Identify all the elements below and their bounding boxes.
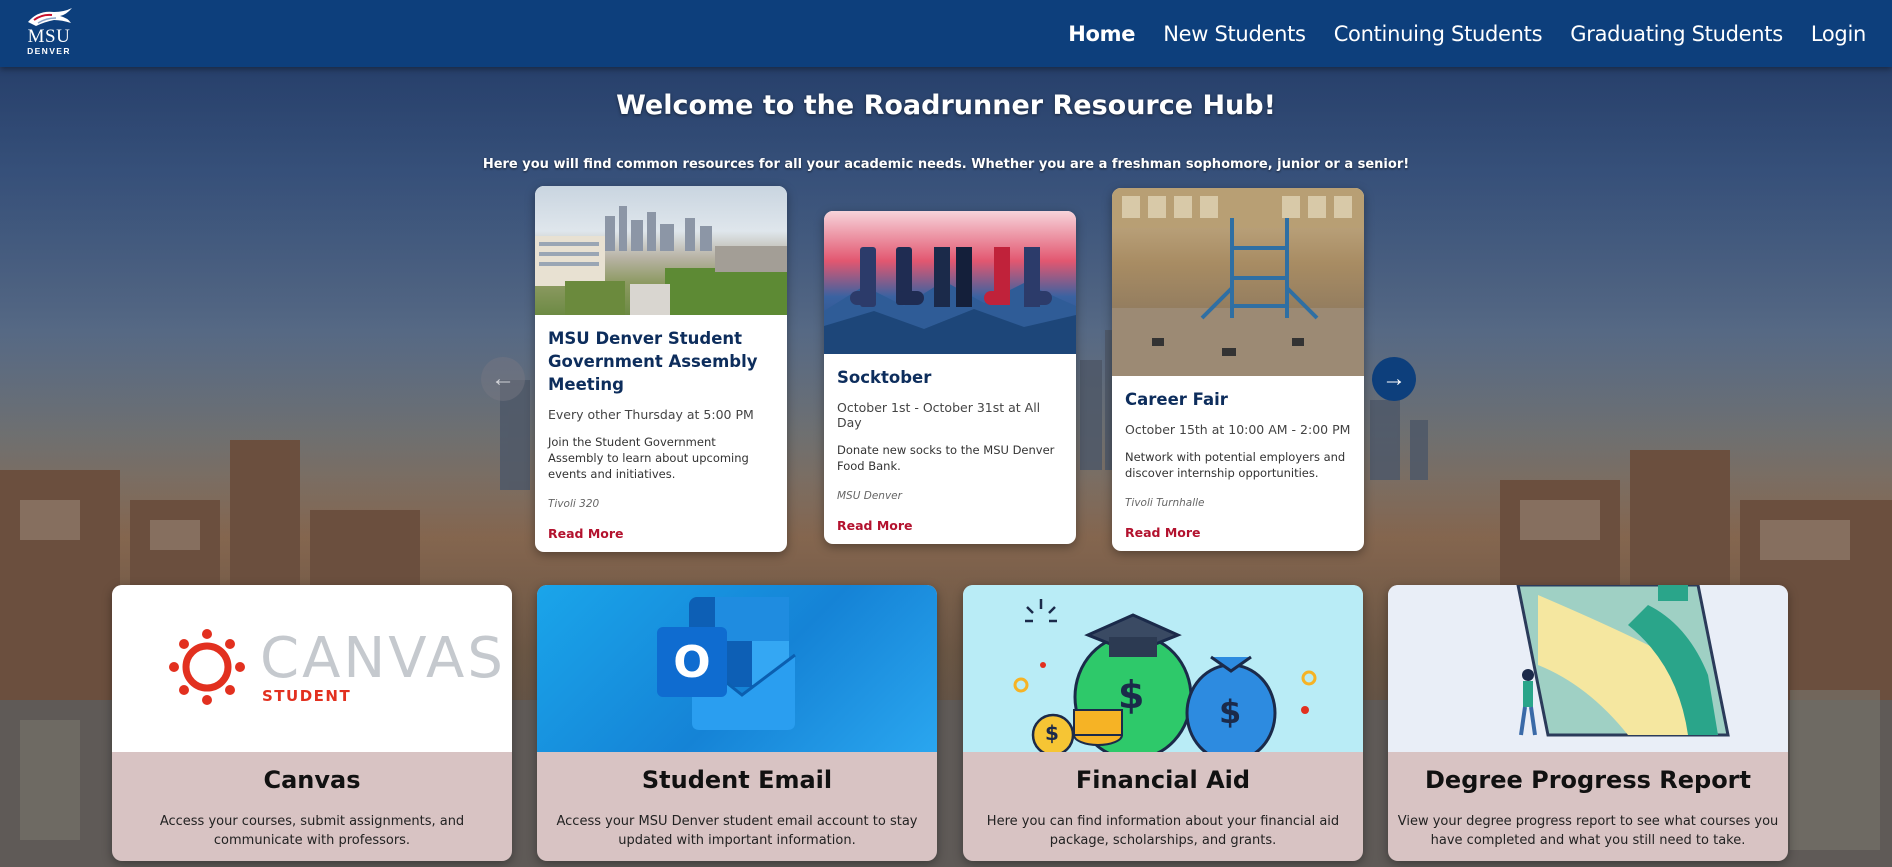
- nav-continuing-students[interactable]: Continuing Students: [1334, 22, 1543, 46]
- event-card: Socktober October 1st - October 31st at …: [824, 211, 1076, 544]
- resource-card-financial-aid[interactable]: $ $ $ Financial Aid Here you can find in…: [963, 585, 1363, 861]
- resource-card-degree-progress[interactable]: Degree Progress Report View your degree …: [1388, 585, 1788, 861]
- resource-body: Canvas Access your courses, submit assig…: [112, 752, 512, 850]
- degree-progress-image: [1388, 585, 1788, 752]
- event-datetime: Every other Thursday at 5:00 PM: [548, 407, 754, 422]
- event-datetime: October 1st - October 31st at All Day: [837, 400, 1041, 430]
- money-bags-icon: [1013, 599, 1317, 752]
- event-datetime: October 15th at 10:00 AM - 2:00 PM: [1125, 422, 1351, 437]
- resource-title: Degree Progress Report: [1425, 766, 1751, 794]
- read-more-link[interactable]: Read More: [1125, 525, 1201, 540]
- canvas-circle-icon: [169, 629, 245, 705]
- dollar-sign-small: $: [1219, 693, 1242, 731]
- page-title: Welcome to the Roadrunner Resource Hub!: [616, 90, 1276, 121]
- outlook-letter: O: [673, 636, 711, 688]
- nav-home[interactable]: Home: [1068, 22, 1135, 46]
- top-navbar: MSU DENVER Home New Students Continuing …: [0, 0, 1892, 67]
- event-title: Socktober: [837, 368, 932, 387]
- arrow-left-icon: ←: [491, 365, 515, 392]
- event-image-socks: [824, 211, 1076, 354]
- event-location: Tivoli 320: [548, 498, 600, 510]
- resource-body: Financial Aid Here you can find informat…: [963, 752, 1363, 850]
- logo-text-msu: MSU: [27, 26, 71, 47]
- canvas-logo: CANVAS STUDENT: [112, 585, 512, 752]
- event-title: MSU Denver Student Government Assembly M…: [548, 329, 758, 394]
- resource-title: Canvas: [263, 766, 361, 794]
- progress-path-icon: [1516, 585, 1730, 737]
- event-description: Network with potential employers and dis…: [1125, 450, 1346, 480]
- resource-title: Student Email: [641, 766, 833, 794]
- nav-graduating-students[interactable]: Graduating Students: [1570, 22, 1783, 46]
- resource-body: Student Email Access your MSU Denver stu…: [537, 752, 937, 850]
- roadrunner-logo-icon: [28, 8, 72, 26]
- resource-body: Degree Progress Report View your degree …: [1388, 752, 1788, 850]
- event-body: MSU Denver Student Government Assembly M…: [535, 315, 787, 552]
- event-description: Join the Student Government Assembly to …: [548, 435, 749, 481]
- resource-description: View your degree progress report to see …: [1397, 814, 1779, 848]
- canvas-sub-wordmark: STUDENT: [262, 687, 352, 705]
- arrow-right-icon: →: [1382, 365, 1406, 392]
- event-location: MSU Denver: [837, 490, 902, 502]
- event-description: Donate new socks to the MSU Denver Food …: [837, 443, 1055, 473]
- outlook-image: O: [537, 585, 937, 752]
- nav-login[interactable]: Login: [1811, 22, 1866, 46]
- read-more-link[interactable]: Read More: [837, 518, 913, 533]
- event-image-atrium: [1112, 188, 1364, 376]
- resource-title: Financial Aid: [1075, 766, 1251, 794]
- resource-description: Access your MSU Denver student email acc…: [556, 814, 918, 848]
- canvas-wordmark: CANVAS: [260, 626, 506, 691]
- outlook-icon: [657, 597, 796, 730]
- dollar-sign-coin: $: [1045, 721, 1059, 745]
- event-body: Socktober October 1st - October 31st at …: [824, 354, 1076, 544]
- event-card: MSU Denver Student Government Assembly M…: [535, 186, 787, 552]
- event-card: Career Fair October 15th at 10:00 AM - 2…: [1112, 188, 1364, 551]
- logo-text-denver: DENVER: [27, 46, 71, 56]
- page-subtitle: Here you will find common resources for …: [482, 157, 1410, 172]
- carousel-prev-button[interactable]: ←: [481, 357, 525, 401]
- carousel-next-button[interactable]: →: [1372, 357, 1416, 401]
- resource-description: Access your courses, submit assignments,…: [159, 814, 465, 848]
- event-location: Tivoli Turnhalle: [1125, 497, 1205, 509]
- resource-description: Here you can find information about your…: [986, 814, 1340, 848]
- read-more-link[interactable]: Read More: [548, 526, 624, 541]
- msu-denver-logo[interactable]: MSU DENVER: [18, 6, 80, 62]
- main-nav: Home New Students Continuing Students Gr…: [1068, 0, 1866, 67]
- dollar-sign-large: $: [1118, 673, 1145, 717]
- nav-new-students[interactable]: New Students: [1163, 22, 1306, 46]
- resource-card-canvas[interactable]: CANVAS STUDENT Canvas Access your course…: [112, 585, 512, 861]
- financial-aid-image: $ $ $: [963, 585, 1363, 752]
- resource-card-student-email[interactable]: O Student Email Access your MSU Denver s…: [537, 585, 937, 861]
- event-body: Career Fair October 15th at 10:00 AM - 2…: [1112, 376, 1364, 551]
- event-image-campus: [535, 186, 787, 315]
- event-title: Career Fair: [1125, 390, 1228, 409]
